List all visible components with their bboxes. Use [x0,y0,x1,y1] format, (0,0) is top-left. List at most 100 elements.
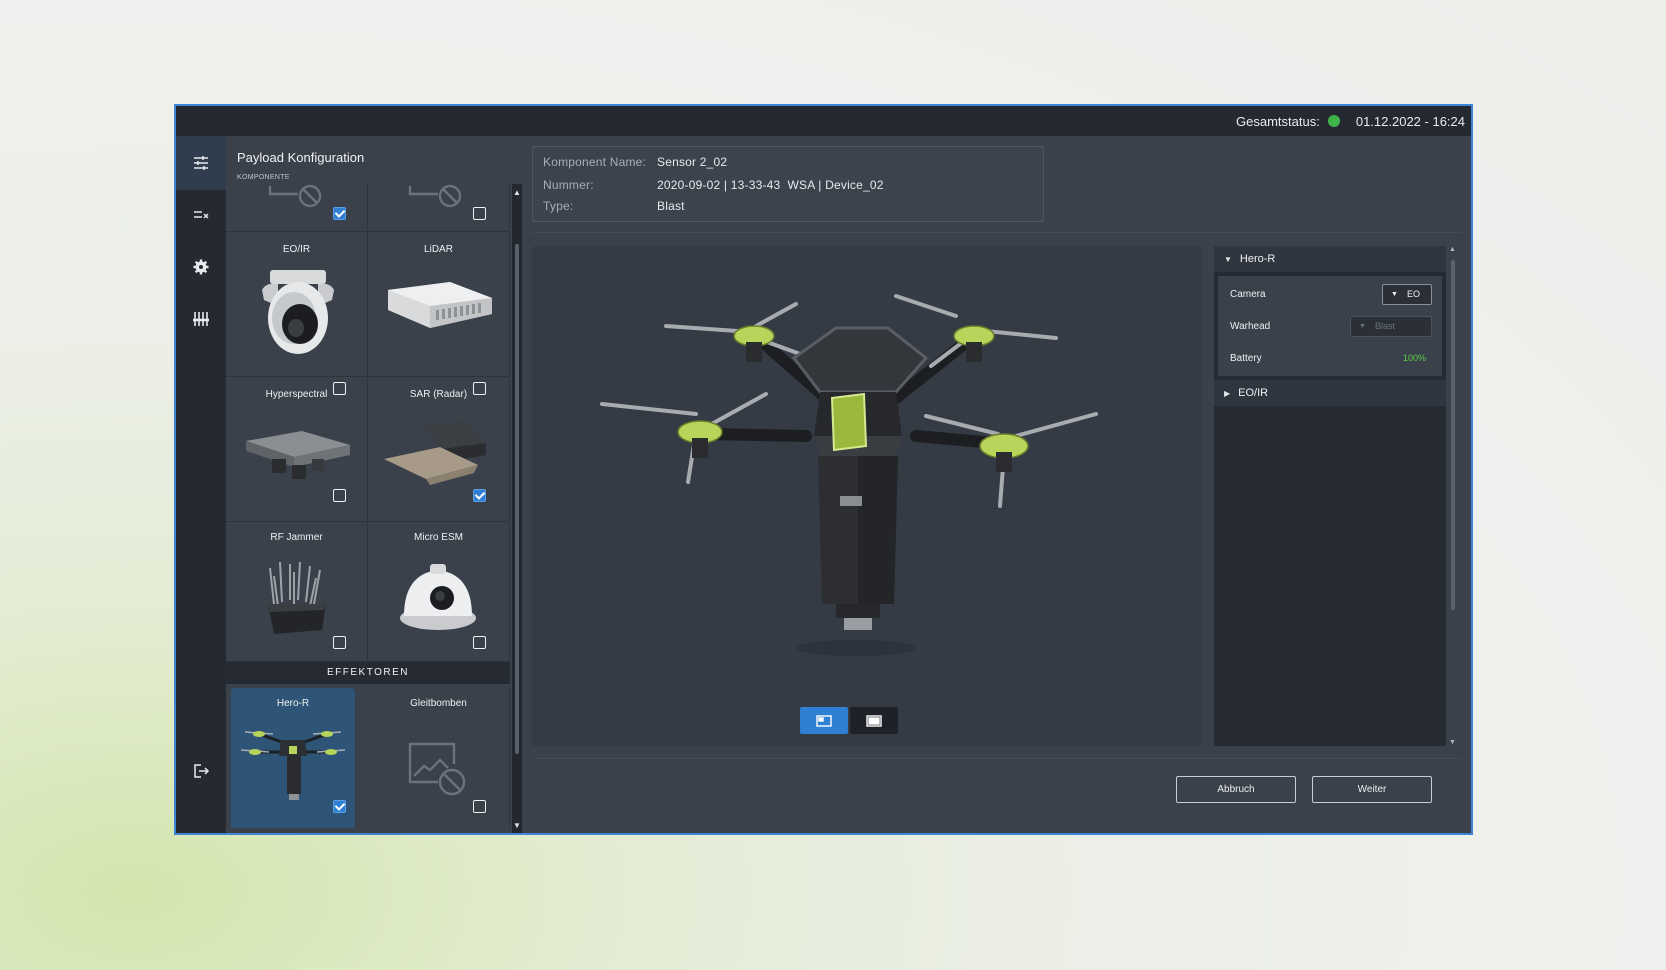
cancel-button[interactable]: Abbruch [1176,776,1296,803]
info-key: Komponent Name: [543,155,647,169]
component-checkbox[interactable] [333,636,346,649]
component-checkbox[interactable] [333,207,346,220]
info-value: Sensor 2_02 [657,155,728,169]
panel-scrollbar[interactable]: ▲ ▼ [512,184,522,833]
component-tile-micro-esm[interactable]: Micro ESM [368,522,510,662]
sliders-icon[interactable] [176,136,226,190]
scroll-up-icon[interactable]: ▲ [512,186,522,198]
camera-select[interactable]: ▼ EO [1382,283,1432,305]
info-number-row: Nummer: 2020-09-02 | 13-33-43 WSA | Devi… [543,178,884,192]
rf-jammer-image [268,561,326,634]
accordion-eoir[interactable]: ▶ EO/IR [1214,380,1446,406]
logout-icon[interactable] [176,744,226,798]
select-value: Blast [1374,321,1395,331]
tile-label: EO/IR [282,244,311,255]
accordion-hero-r[interactable]: ▼ Hero-R [1214,246,1446,272]
tile-label: LiDAR [424,244,453,255]
divider [532,758,1462,759]
battery-value: 100% [1402,353,1426,363]
effector-tile-gleitbomben[interactable]: Gleitbomben [368,688,510,828]
view-mode-3d-button[interactable] [800,707,848,734]
list-check-icon[interactable] [176,188,226,242]
component-grid: EO/IR LiDAR Hyperspectral SAR (Radar) RF… [226,184,510,833]
effector-tile-hero-r[interactable]: Hero-R [231,688,355,828]
scroll-down-icon[interactable]: ▼ [1449,739,1456,746]
app-window: Gesamtstatus: 01.12.2022 - 16:24 Payload… [174,104,1473,835]
hero-r-thumbnail [241,731,345,800]
drone-3d-model [600,294,1098,656]
image-placeholder-icon [268,184,322,208]
tile-label: Micro ESM [414,532,463,543]
prop-label: Camera [1230,288,1266,300]
scroll-up-icon[interactable]: ▲ [1449,246,1456,253]
component-checkbox[interactable] [473,636,486,649]
component-tile-lidar[interactable]: LiDAR [368,232,510,395]
chevron-down-icon: ▼ [1224,254,1232,264]
prop-label: Warhead [1230,320,1271,332]
info-type-row: Type: Blast [543,199,685,213]
status-indicator [1327,115,1340,127]
warhead-select: ▼ Blast [1350,315,1432,337]
component-checkbox[interactable] [473,489,486,502]
chevron-down-icon: ▼ [1391,290,1398,298]
image-placeholder-icon [408,742,466,796]
component-checkbox[interactable] [473,207,486,220]
info-key: Nummer: [543,178,594,192]
next-button[interactable]: Weiter [1312,776,1432,803]
accordion-label: Hero-R [1239,253,1276,265]
prop-warhead: Warhead ▼ Blast [1230,314,1432,338]
status-label: Gesamtstatus: [1236,113,1320,129]
eoir-gimbal-image [262,270,334,354]
effector-checkbox[interactable] [333,800,346,813]
chevron-down-icon: ▼ [1359,322,1366,330]
micro-esm-image [400,564,476,630]
datetime: 01.12.2022 - 16:24 [1355,113,1465,129]
info-key: Type: [543,199,574,213]
hero-r-properties: Camera ▼ EO Warhead ▼ Blast Battery 100% [1218,276,1442,376]
component-checkbox[interactable] [333,489,346,502]
top-bar: Gesamtstatus: 01.12.2022 - 16:24 [176,106,1471,136]
prop-battery: Battery 100% [1230,346,1432,370]
prop-camera: Camera ▼ EO [1230,282,1432,306]
info-name-row: Komponent Name: Sensor 2_02 [543,155,727,169]
tile-label: Gleitbomben [410,698,467,709]
accordion-label: EO/IR [1238,387,1269,399]
tile-label: Hero-R [276,698,310,709]
tile-label: Hyperspectral [265,389,328,400]
component-tile[interactable] [226,184,368,232]
component-info: Komponent Name: Sensor 2_02 Nummer: 2020… [532,146,1044,222]
payload-panel: Payload Konfiguration KOMPONENTE EO/IR L… [226,136,522,833]
component-tile-sar[interactable]: SAR (Radar) [368,377,510,522]
prop-label: Battery [1230,352,1262,364]
main-area: Komponent Name: Sensor 2_02 Nummer: 2020… [522,136,1471,833]
properties-panel: ▼ Hero-R Camera ▼ EO Warhead ▼ Blast Bat… [1214,246,1446,746]
scroll-down-icon[interactable]: ▼ [512,819,522,831]
chevron-right-icon: ▶ [1224,388,1231,398]
panel-subtitle: KOMPONENTE [237,174,290,181]
panel-title: Payload Konfiguration [237,150,365,165]
gear-icon[interactable] [176,240,226,294]
lidar-image [388,282,492,328]
model-viewer[interactable] [532,246,1202,746]
sar-radar-image [384,421,486,485]
equalizer-icon[interactable] [176,292,226,346]
component-tile-hyperspectral[interactable]: Hyperspectral [226,377,368,522]
hyperspectral-image [246,431,350,479]
component-tile-rf-jammer[interactable]: RF Jammer [226,522,368,662]
view-mode-2d-button[interactable] [850,707,898,734]
tile-label: RF Jammer [270,532,323,543]
component-tile[interactable] [368,184,510,232]
image-placeholder-icon [408,184,462,208]
select-value: EO [1406,289,1420,299]
info-value: 2020-09-02 | 13-33-43 WSA | Device_02 [657,178,884,192]
scroll-thumb[interactable] [515,244,519,754]
properties-scrollbar[interactable]: ▲ ▼ [1448,246,1458,746]
divider [532,232,1462,233]
info-value: Blast [657,199,685,213]
effector-checkbox[interactable] [473,800,486,813]
tile-label: SAR (Radar) [409,389,468,400]
icon-rail [176,136,226,833]
section-effektoren: EFFEKTOREN [226,662,510,684]
scroll-thumb[interactable] [1451,260,1455,610]
component-tile-eoir[interactable]: EO/IR [226,232,368,395]
